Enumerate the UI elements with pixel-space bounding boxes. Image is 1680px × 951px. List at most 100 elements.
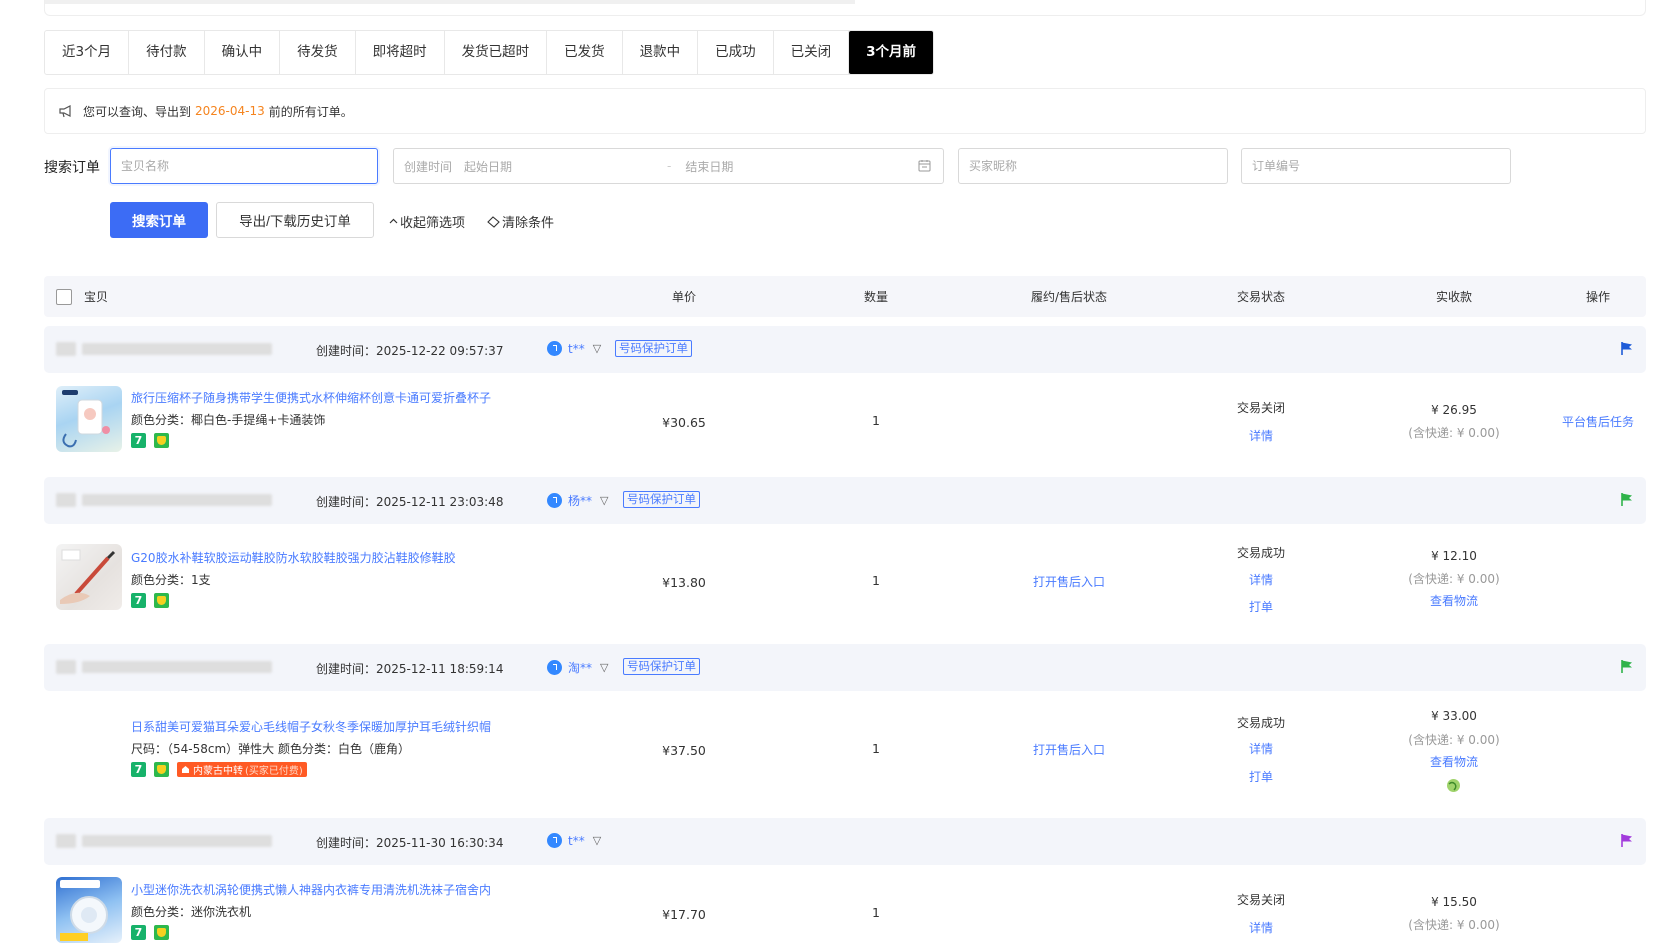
order-created-time: 创建时间：2025-12-22 09:57:37 [316, 344, 504, 358]
top-bar-inner [45, 0, 855, 4]
buyer-name: t** [568, 341, 585, 356]
transit-badge: 内蒙古中转 (买家已付费) [177, 762, 307, 777]
view-logistics-link[interactable]: 查看物流 [1430, 753, 1478, 770]
start-date-input[interactable]: 起始日期 [464, 158, 667, 175]
wangwang-chat-icon [547, 341, 562, 356]
order-table-header: 宝贝 单价 数量 履约/售后状态 交易状态 实收款 操作 [44, 276, 1646, 317]
product-sku: 颜色分类：1支 [131, 573, 211, 587]
order-detail-link[interactable]: 详情 [1249, 427, 1273, 444]
tab-pending-payment[interactable]: 待付款 [129, 31, 205, 74]
flag-icon[interactable] [1620, 833, 1634, 848]
order-created-time: 创建时间：2025-12-11 23:03:48 [316, 495, 504, 509]
filter-icon[interactable]: ▽ [600, 661, 608, 674]
export-history-button[interactable]: 导出/下载历史订单 [216, 202, 374, 238]
order-detail-link[interactable]: 详情 [1249, 740, 1273, 757]
header-paid-amount: 实收款 [1435, 290, 1473, 304]
product-thumbnail[interactable] [56, 544, 122, 610]
tab-succeeded[interactable]: 已成功 [698, 31, 774, 74]
tab-shipped[interactable]: 已发货 [547, 31, 623, 74]
buyer-contact[interactable]: t** ▽ [547, 341, 601, 356]
print-order-link[interactable]: 打单 [1249, 598, 1273, 615]
flag-icon[interactable] [1620, 341, 1634, 356]
header-quantity: 数量 [863, 290, 889, 304]
order-header: 创建时间：2025-12-22 09:57:37 t** ▽ 号码保护订单 [44, 326, 1646, 373]
buyer-contact[interactable]: t** ▽ [547, 833, 601, 848]
unit-price: ¥37.50 [662, 743, 706, 758]
buyer-name: 淘** [568, 661, 593, 675]
product-title-link[interactable]: G20胶水补鞋软胶运动鞋胶防水软胶鞋胶强力胶沾鞋胶修鞋胶 [131, 549, 456, 566]
order-detail-link[interactable]: 详情 [1249, 919, 1273, 936]
filter-icon[interactable]: ▽ [593, 834, 601, 847]
order-number-input[interactable] [1252, 159, 1510, 173]
tab-closed[interactable]: 已关闭 [774, 31, 850, 74]
order-item-row: 日系甜美可爱猫耳朵爱心毛线帽子女秋冬季保暖加厚护耳毛绒针织帽 尺码：（54-58… [44, 691, 1646, 811]
quantity: 1 [872, 573, 880, 588]
buyer-contact[interactable]: 淘** ▽ [547, 659, 608, 676]
print-order-link[interactable]: 打单 [1249, 768, 1273, 785]
paid-amount: ¥ 33.00 [1431, 709, 1477, 723]
transit-sub-label: (买家已付费) [245, 766, 303, 777]
chevron-up-icon [389, 218, 398, 224]
shipping-fee: (含快递: ¥ 0.00) [1408, 918, 1500, 932]
flag-icon[interactable] [1620, 659, 1634, 674]
open-aftersale-link[interactable]: 打开售后入口 [1033, 573, 1105, 590]
quantity: 1 [872, 905, 880, 920]
buyer-contact[interactable]: 杨** ▽ [547, 492, 608, 509]
search-label: 搜索订单 [44, 160, 100, 176]
wangwang-chat-icon [547, 493, 562, 508]
trade-status: 交易成功 [1236, 716, 1286, 730]
seven-day-return-icon: 7 [131, 593, 146, 608]
view-logistics-link[interactable]: 查看物流 [1430, 592, 1478, 609]
order-header: 创建时间：2025-12-11 18:59:14 淘** ▽ 号码保护订单 [44, 644, 1646, 691]
tab-refunding[interactable]: 退款中 [623, 31, 699, 74]
notice-suffix: 前的所有订单。 [268, 104, 353, 119]
tab-confirming[interactable]: 确认中 [205, 31, 281, 74]
paid-amount: ¥ 12.10 [1431, 549, 1477, 563]
clear-conditions-button[interactable]: 清除条件 [487, 212, 554, 231]
buyer-nickname-input[interactable] [969, 159, 1227, 173]
end-date-input[interactable]: 结束日期 [685, 158, 733, 175]
product-title-link[interactable]: 日系甜美可爱猫耳朵爱心毛线帽子女秋冬季保暖加厚护耳毛绒针织帽 [131, 718, 491, 735]
filter-icon[interactable]: ▽ [593, 342, 601, 355]
trade-status: 交易关闭 [1236, 893, 1286, 907]
product-thumbnail[interactable] [56, 877, 122, 943]
tab-recent-3-months[interactable]: 近3个月 [45, 31, 130, 74]
redacted-checkbox [56, 834, 76, 848]
calendar-icon[interactable] [918, 159, 931, 172]
redacted-order-number [82, 343, 272, 355]
quantity: 1 [872, 741, 880, 756]
search-orders-button[interactable]: 搜索订单 [110, 202, 208, 238]
header-unit-price: 单价 [671, 290, 697, 304]
tab-shipment-overdue[interactable]: 发货已超时 [445, 31, 548, 74]
tab-pending-shipment[interactable]: 待发货 [280, 31, 356, 74]
globe-icon[interactable] [1446, 778, 1461, 793]
guarantee-icon [154, 762, 169, 777]
select-all-checkbox[interactable] [56, 289, 72, 305]
tab-3-months-ago[interactable]: 3个月前 [849, 31, 933, 74]
guarantee-icon [154, 433, 169, 448]
product-title-link[interactable]: 旅行压缩杯子随身携带学生便携式水杯伸缩杯创意卡通可爱折叠杯子 [131, 389, 491, 406]
platform-aftersale-task-link[interactable]: 平台售后任务 [1562, 413, 1634, 430]
product-title-link[interactable]: 小型迷你洗衣机涡轮便携式懒人神器内衣裤专用清洗机洗袜子宿舍内 [131, 881, 491, 898]
header-fulfillment-status: 履约/售后状态 [1030, 290, 1108, 304]
collapse-filters-button[interactable]: 收起筛选项 [389, 212, 465, 231]
filter-icon[interactable]: ▽ [600, 494, 608, 507]
open-aftersale-link[interactable]: 打开售后入口 [1033, 741, 1105, 758]
product-thumbnail[interactable] [56, 386, 122, 452]
date-separator: - [667, 159, 672, 173]
order-created-time: 创建时间：2025-11-30 16:30:34 [316, 836, 504, 850]
created-time-label: 创建时间 [404, 159, 453, 174]
flag-icon[interactable] [1620, 492, 1634, 507]
tab-about-to-timeout[interactable]: 即将超时 [356, 31, 445, 74]
redacted-order-number [82, 661, 272, 673]
unit-price: ¥13.80 [662, 575, 706, 590]
created-date-range[interactable]: 创建时间 起始日期 - 结束日期 [393, 148, 944, 184]
redacted-order-number [82, 494, 272, 506]
collapse-filters-label: 收起筛选项 [400, 216, 466, 231]
item-name-input[interactable] [121, 159, 377, 173]
order-detail-link[interactable]: 详情 [1249, 571, 1273, 588]
buyer-nickname-field [958, 148, 1228, 184]
unit-price: ¥17.70 [662, 907, 706, 922]
clear-conditions-label: 清除条件 [502, 216, 555, 231]
number-protection-badge: 号码保护订单 [615, 340, 692, 357]
